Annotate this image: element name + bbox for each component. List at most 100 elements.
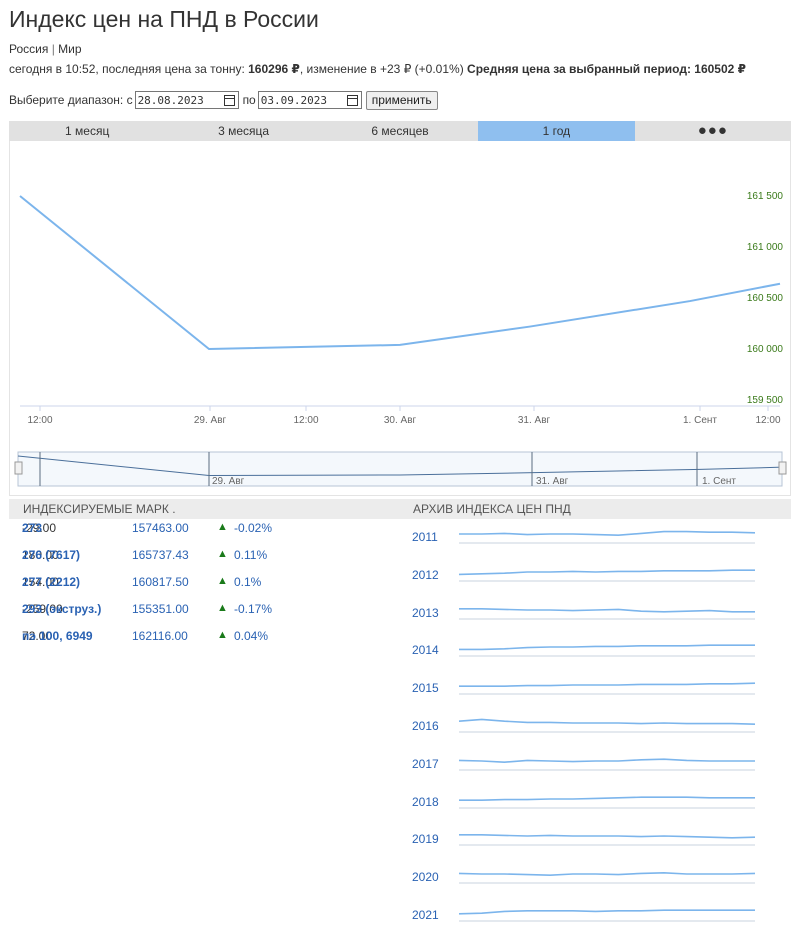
archive-year-link[interactable]: 2021 [412,908,439,922]
x-tick-label: 30. Авг [384,415,417,426]
grades-header: ИНДЕКСИРУЕМЫЕ МАРК . [9,499,404,519]
grade-name[interactable]: 273 [22,521,42,535]
grade-row: 273 157463.00 ▲ -0.02% -29.00 [22,521,272,541]
sparkline-series [459,834,756,839]
archive-sparkline[interactable] [457,564,757,584]
grade-price: 160817.50 [132,575,189,589]
grade-change-pct: 0.04% [234,629,269,643]
y-tick-label: 161 000 [747,242,784,253]
grade-row: 276 (7617) 165737.43 ▲ 0.11% 180.00 [22,548,267,568]
archive-sparkline[interactable] [457,602,757,622]
region-breadcrumb: Россия | Мир [9,42,82,56]
archive-sparkline[interactable] [457,753,757,773]
archive-sparkline[interactable] [457,677,757,697]
tab-more[interactable]: ●●● [635,121,791,141]
tab-1-month[interactable]: 1 месяц [9,121,165,141]
price-chart-svg: 161 500 161 000 160 500 160 000 159 500 12:00… [14,191,787,487]
grade-change-pct: -0.02% [234,521,273,535]
archive-year-link[interactable]: 2016 [412,719,439,733]
y-tick-label: 159 500 [747,395,784,406]
grade-change-pct: 0.11% [234,548,268,562]
archive-year-link[interactable]: 2012 [412,568,439,582]
navigator-handle[interactable] [778,461,787,475]
archive-year-link[interactable]: 2011 [412,530,438,544]
lower-section: ИНДЕКСИРУЕМЫЕ МАРК . АРХИВ ИНДЕКСА ЦЕН П… [9,499,791,931]
calendar-icon[interactable] [346,94,358,106]
x-tick-label: 1. Сент [683,415,717,426]
archive-year-link[interactable]: 2014 [412,643,439,657]
last-price-label: сегодня в 10:52, последняя цена за тонну… [9,62,249,76]
archive-sparkline[interactable] [457,866,757,886]
navigator-box [17,451,783,487]
date-from-input[interactable]: 28.08.2023 [134,91,239,109]
tab-3-months[interactable]: 3 месяца [165,121,321,141]
grade-name[interactable]: 293 (экструз.) [22,602,101,616]
archive-year-link[interactable]: 2017 [412,757,439,771]
archive-year-link[interactable]: 2013 [412,606,439,620]
date-range-form: Выберите диапазон: с 28.08.2023 по 03.09… [9,90,438,110]
scope-link[interactable]: Мир [58,42,81,56]
x-tick-label: 31. Авг [518,415,551,426]
x-tick-label: 12:00 [755,415,780,426]
y-tick-label: 161 500 [747,191,784,202]
date-to-input[interactable]: 03.09.2023 [257,91,362,109]
sparkline-series [458,569,755,575]
grade-price: 162116.00 [132,629,188,643]
price-series-line [19,195,781,351]
avg-price-label: Средняя цена за выбранный период: [467,62,695,76]
sparkline-series [458,758,755,763]
sparkline-series [459,607,755,613]
x-tick-label: 29. Авг [194,415,227,426]
archive-sparkline[interactable] [457,904,757,924]
calendar-icon[interactable] [223,94,235,106]
price-summary: сегодня в 10:52, последняя цена за тонну… [9,62,746,76]
x-tick-label: 12:00 [293,415,318,426]
navigator-handle[interactable] [14,461,23,475]
sparkline-series [459,530,756,537]
grade-name[interactable]: пэ 100, 6949 [22,629,93,643]
range-from-label: с [126,93,133,107]
archive-year-link[interactable]: 2020 [412,870,439,884]
sparkline-series [458,909,755,915]
archive-year-link[interactable]: 2018 [412,795,439,809]
avg-price-value: 160502 ₽ [694,62,747,76]
navigator-label: 31. Авг [536,476,569,487]
page-title: Индекс цен на ПНД в России [9,6,319,32]
up-arrow-icon: ▲ [217,548,228,560]
tab-1-year[interactable]: 1 год [478,121,635,141]
last-price-value: 160296 ₽ [248,62,300,76]
up-arrow-icon: ▲ [217,575,228,587]
up-arrow-icon: ▲ [217,602,228,614]
grade-name[interactable]: 277 (2212) [22,575,80,589]
tab-6-months[interactable]: 6 месяцев [322,121,478,141]
region-separator: | [51,42,55,56]
sparkline-series [458,718,756,725]
range-to-label: по [242,93,256,107]
grade-change-pct: 0.1% [234,575,262,589]
grade-price: 155351.00 [132,602,189,616]
up-arrow-icon: ▲ [217,521,228,533]
x-tick-label: 12:00 [27,415,52,426]
y-tick-label: 160 000 [747,344,784,355]
archive-year-link[interactable]: 2019 [412,832,439,846]
navigator-label: 1. Сент [702,476,736,487]
archive-year-link[interactable]: 2015 [412,681,439,695]
archive-sparkline[interactable] [457,715,757,735]
range-label: Выберите диапазон: [9,93,124,107]
region-link[interactable]: Россия [9,42,48,56]
archive-sparkline[interactable] [457,639,757,659]
sparkline-series [459,795,755,801]
grade-name[interactable]: 276 (7617) [22,548,80,562]
archive-sparkline[interactable] [457,828,757,848]
date-from-value: 28.08.2023 [137,93,204,107]
sparkline-series [458,872,756,877]
sparkline-series [459,644,755,651]
archive-sparkline[interactable] [457,526,757,546]
archive-sparkline[interactable] [457,791,757,811]
grade-change-pct: -0.17% [234,602,273,616]
grade-row: пэ 100, 6949 162116.00 ▲ 0.04% 72.00 [22,629,268,649]
price-chart: 161 500 161 000 160 500 160 000 159 500 12:00… [9,141,791,496]
price-change-text: , изменение в +23 ₽ (+0.01%) [299,62,468,76]
apply-button[interactable]: применить [365,90,438,110]
y-tick-label: 160 500 [747,293,784,304]
